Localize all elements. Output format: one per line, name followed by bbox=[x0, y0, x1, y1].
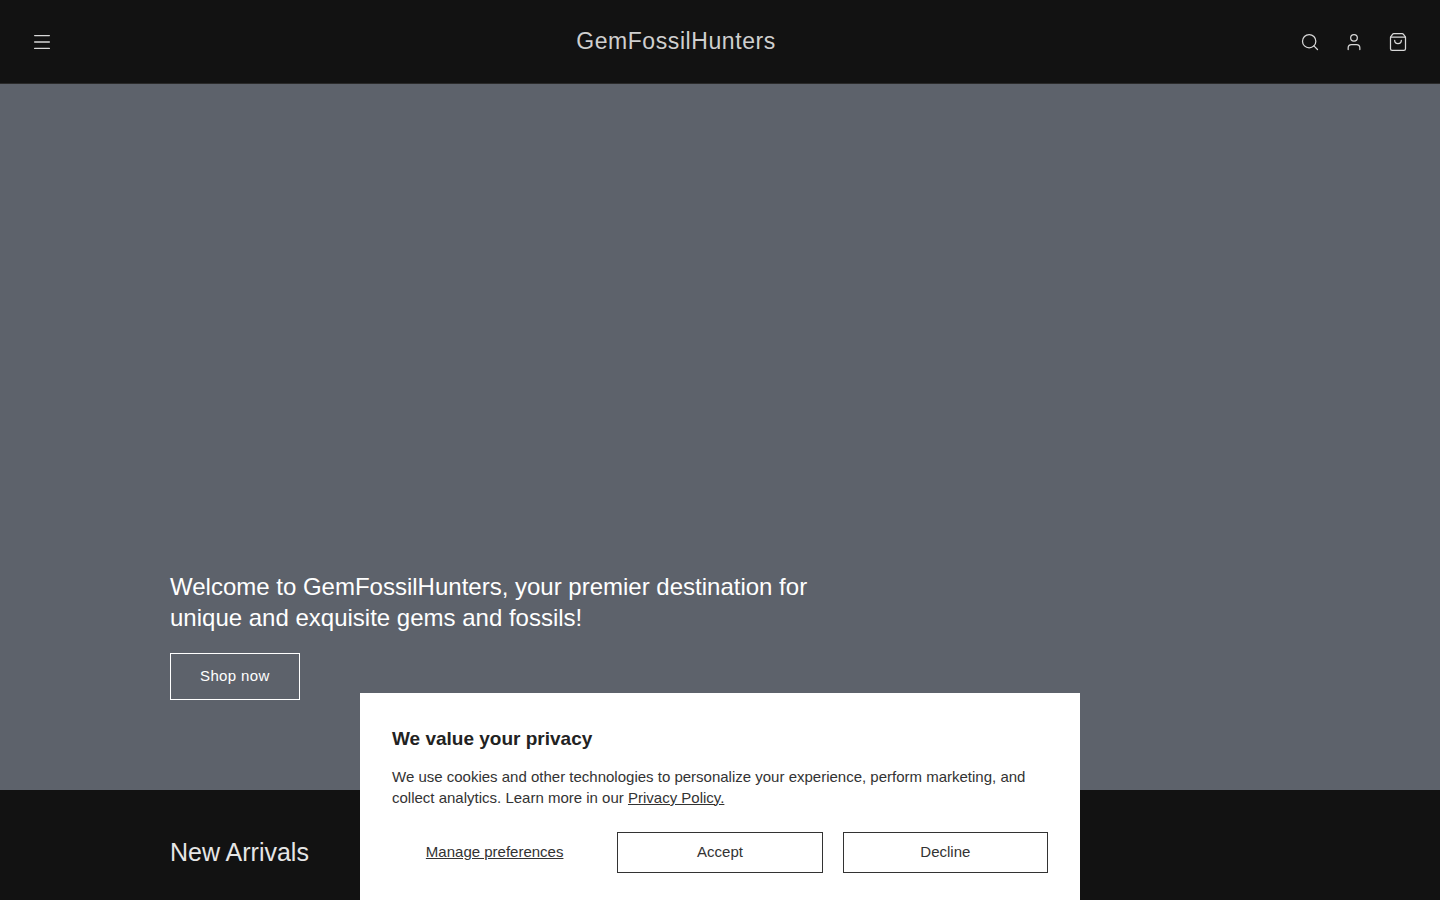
cart-icon bbox=[1388, 32, 1408, 52]
cookie-text: We use cookies and other technologies to… bbox=[392, 766, 1048, 808]
manage-preferences-button[interactable]: Manage preferences bbox=[392, 832, 597, 873]
hero-heading: Welcome to GemFossilHunters, your premie… bbox=[170, 571, 870, 633]
header-icons bbox=[1296, 28, 1412, 56]
page: GemFossilHunters Welcome to GemFossilHunt… bbox=[0, 0, 1440, 900]
account-icon bbox=[1344, 32, 1364, 52]
site-title[interactable]: GemFossilHunters bbox=[576, 24, 776, 59]
cookie-buttons: Manage preferences Accept Decline bbox=[392, 832, 1048, 873]
menu-button[interactable] bbox=[28, 28, 56, 56]
privacy-policy-link[interactable]: Privacy Policy. bbox=[628, 789, 724, 806]
cookie-banner: We value your privacy We use cookies and … bbox=[360, 693, 1080, 900]
decline-button[interactable]: Decline bbox=[843, 832, 1048, 873]
hero: Welcome to GemFossilHunters, your premie… bbox=[0, 84, 1440, 790]
shop-now-button[interactable]: Shop now bbox=[170, 653, 300, 700]
cookie-title: We value your privacy bbox=[392, 725, 1048, 754]
account-button[interactable] bbox=[1340, 28, 1368, 56]
cart-button[interactable] bbox=[1384, 28, 1412, 56]
accept-button[interactable]: Accept bbox=[617, 832, 822, 873]
search-icon bbox=[1300, 32, 1320, 52]
header: GemFossilHunters bbox=[0, 0, 1440, 84]
search-button[interactable] bbox=[1296, 28, 1324, 56]
menu-icon bbox=[31, 31, 53, 53]
